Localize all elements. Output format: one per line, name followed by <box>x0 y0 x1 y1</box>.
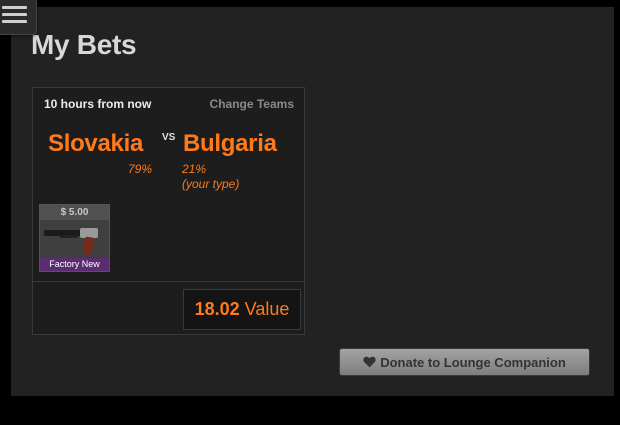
team-b-percent: 21% <box>182 162 207 176</box>
heart-icon <box>363 356 376 368</box>
donate-button[interactable]: Donate to Lounge Companion <box>339 348 590 376</box>
bet-item[interactable]: $ 5.00 Factory New <box>39 204 110 272</box>
vs-label: VS <box>162 132 176 143</box>
hamburger-menu-button[interactable] <box>0 0 37 35</box>
team-b-name: Bulgaria <box>183 130 277 157</box>
hamburger-menu-icon <box>2 6 27 9</box>
bet-card: 10 hours from now Change Teams Slovakia … <box>32 87 305 335</box>
donate-label: Donate to Lounge Companion <box>380 354 566 370</box>
page-title: My Bets <box>31 29 137 60</box>
your-type-note: (your type) <box>182 177 240 191</box>
team-a-name: Slovakia <box>48 130 143 157</box>
change-teams-link[interactable]: Change Teams <box>210 97 294 111</box>
bet-value: 18.02 Value <box>183 289 301 330</box>
pistol-weapon-icon <box>40 220 109 257</box>
team-a-percent: 79% <box>128 162 153 176</box>
card-divider <box>33 281 304 282</box>
item-condition: Factory New <box>40 258 109 271</box>
match-time: 10 hours from now <box>44 97 152 111</box>
item-price: $ 5.00 <box>40 205 109 220</box>
value-amount: 18.02 <box>194 299 240 319</box>
value-label: Value <box>244 299 290 319</box>
